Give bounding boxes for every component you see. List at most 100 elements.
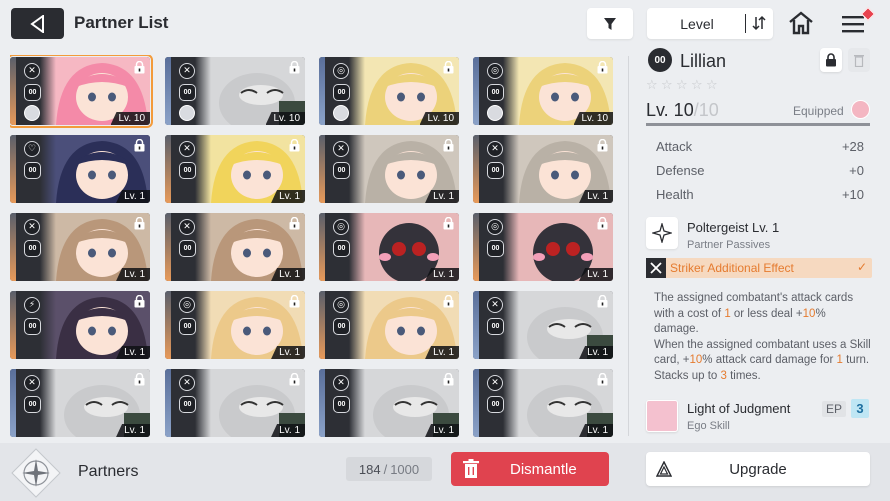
star-icon: ☆ [706, 78, 718, 93]
level-max: /10 [693, 100, 719, 120]
partner-card[interactable]: ✕ 00 Lv. 1 [319, 369, 459, 437]
rank-badge: 00 [333, 240, 350, 257]
back-arrow-icon [29, 14, 44, 33]
partner-card[interactable]: ✕ 00 Lv. 10 [10, 55, 153, 128]
filter-button[interactable] [587, 8, 633, 39]
partner-card[interactable]: ◎ 00 Lv. 1 [165, 291, 305, 359]
lock-icon [134, 373, 145, 386]
level-current: Lv. 10 [646, 100, 694, 120]
partner-card[interactable]: ✕ 00 Lv. 1 [165, 135, 305, 203]
desc-text: % attack card damage for [702, 354, 837, 366]
sparkle-icon [652, 223, 672, 243]
compass-emblem-icon [11, 448, 61, 498]
class-badge-icon: ✕ [179, 219, 195, 235]
card-level-label: Lv. 10 [265, 112, 305, 125]
class-badge-icon: ♡ [24, 141, 40, 157]
stat-name: Health [656, 187, 694, 202]
sort-label: Level [680, 16, 714, 32]
dismantle-button[interactable]: Dismantle [451, 452, 609, 486]
passive-subtitle: Partner Passives [687, 239, 771, 251]
rank-badge: 00 [487, 318, 504, 335]
back-button[interactable] [11, 8, 64, 39]
stat-row: Attack +28 [644, 134, 870, 158]
lock-icon [597, 217, 608, 230]
rank-badge: 00 [333, 84, 350, 101]
passive-icon-box[interactable] [646, 217, 678, 249]
top-bar: Partner List Level [0, 0, 890, 48]
rank-badge: 00 [648, 48, 672, 72]
equipped-avatar [851, 100, 870, 119]
ego-skill-avatar[interactable] [646, 400, 678, 432]
rank-badge: 00 [179, 396, 196, 413]
equipped-avatar [179, 105, 195, 121]
class-badge-icon: ✕ [24, 375, 40, 391]
lock-icon [443, 61, 454, 74]
class-badge-icon: ✕ [179, 141, 195, 157]
upgrade-label: Upgrade [729, 461, 787, 478]
class-badge-icon: ✕ [333, 375, 349, 391]
striker-effect-bar[interactable]: Striker Additional Effect ✓ [646, 258, 872, 278]
lock-icon [134, 217, 145, 230]
equipped-avatar [333, 105, 349, 121]
rank-badge: 00 [333, 318, 350, 335]
sort-order-icon[interactable] [751, 15, 767, 31]
lock-button[interactable] [820, 48, 842, 72]
partner-card[interactable]: ✕ 00 Lv. 1 [473, 369, 613, 437]
star-icon: ☆ [646, 78, 658, 93]
count-max: 1000 [390, 461, 420, 477]
rank-badge: 00 [487, 162, 504, 179]
partner-card[interactable]: ✕ 00 Lv. 1 [10, 213, 150, 281]
trash-icon [463, 459, 479, 478]
partner-count: 184 / 1000 [346, 457, 432, 481]
sort-dropdown[interactable]: Level [647, 8, 773, 39]
trash-button[interactable] [848, 48, 870, 72]
rank-badge: 00 [24, 318, 41, 335]
partner-card[interactable]: ✕ 00 Lv. 1 [473, 135, 613, 203]
desc-highlight: 10 [689, 354, 703, 366]
stat-row: Defense +0 [644, 158, 870, 182]
lock-icon [134, 61, 145, 74]
partner-card[interactable]: ♡ 00 Lv. 1 [10, 135, 150, 203]
desc-text: or less deal + [730, 307, 803, 320]
stat-value: +10 [841, 187, 864, 202]
star-rating: ☆ ☆ ☆ ☆ ☆ [646, 78, 720, 93]
stat-value: +0 [849, 163, 864, 178]
partner-card[interactable]: ✕ 00 Lv. 10 [165, 57, 305, 125]
upgrade-button[interactable]: Upgrade [646, 452, 870, 486]
partner-card[interactable]: ✕ 00 Lv. 1 [165, 213, 305, 281]
trash-icon [854, 54, 864, 67]
partner-card[interactable]: ✕ 00 Lv. 1 [165, 369, 305, 437]
panel-divider [628, 56, 629, 436]
home-icon[interactable] [787, 9, 815, 37]
lock-icon [289, 295, 300, 308]
partner-card[interactable]: ✕ 00 Lv. 1 [319, 135, 459, 203]
ego-skill-subtitle: Ego Skill [687, 420, 730, 432]
class-badge-icon: ◎ [333, 219, 349, 235]
partner-card[interactable]: ✕ 00 Lv. 1 [473, 291, 613, 359]
class-badge-icon: ◎ [179, 297, 195, 313]
class-badge-icon: ✕ [24, 63, 40, 79]
lock-icon [443, 295, 454, 308]
class-badge-icon: ◎ [333, 63, 349, 79]
stat-value: +28 [841, 139, 864, 154]
partner-card[interactable]: ✕ 00 Lv. 1 [10, 369, 150, 437]
partner-card[interactable]: ⚡ 00 Lv. 1 [10, 291, 150, 359]
menu-button[interactable] [839, 6, 876, 39]
filter-icon [604, 17, 616, 30]
lock-icon [826, 53, 836, 67]
partner-card[interactable]: ◎ 00 Lv. 1 [319, 213, 459, 281]
partner-card[interactable]: ◎ 00 Lv. 1 [319, 291, 459, 359]
stat-name: Defense [656, 163, 705, 178]
class-badge-icon: ◎ [487, 63, 503, 79]
rank-badge: 00 [487, 396, 504, 413]
chevron-down-icon: ✓ [856, 260, 867, 274]
page-title: Partner List [74, 13, 169, 32]
partner-card[interactable]: ◎ 00 Lv. 10 [473, 57, 613, 125]
partner-card[interactable]: ◎ 00 Lv. 10 [319, 57, 459, 125]
count-separator: / [383, 461, 388, 477]
star-icon: ☆ [661, 78, 673, 93]
lock-icon [289, 139, 300, 152]
partner-card[interactable]: ◎ 00 Lv. 1 [473, 213, 613, 281]
lock-icon [597, 373, 608, 386]
rank-badge: 00 [24, 240, 41, 257]
